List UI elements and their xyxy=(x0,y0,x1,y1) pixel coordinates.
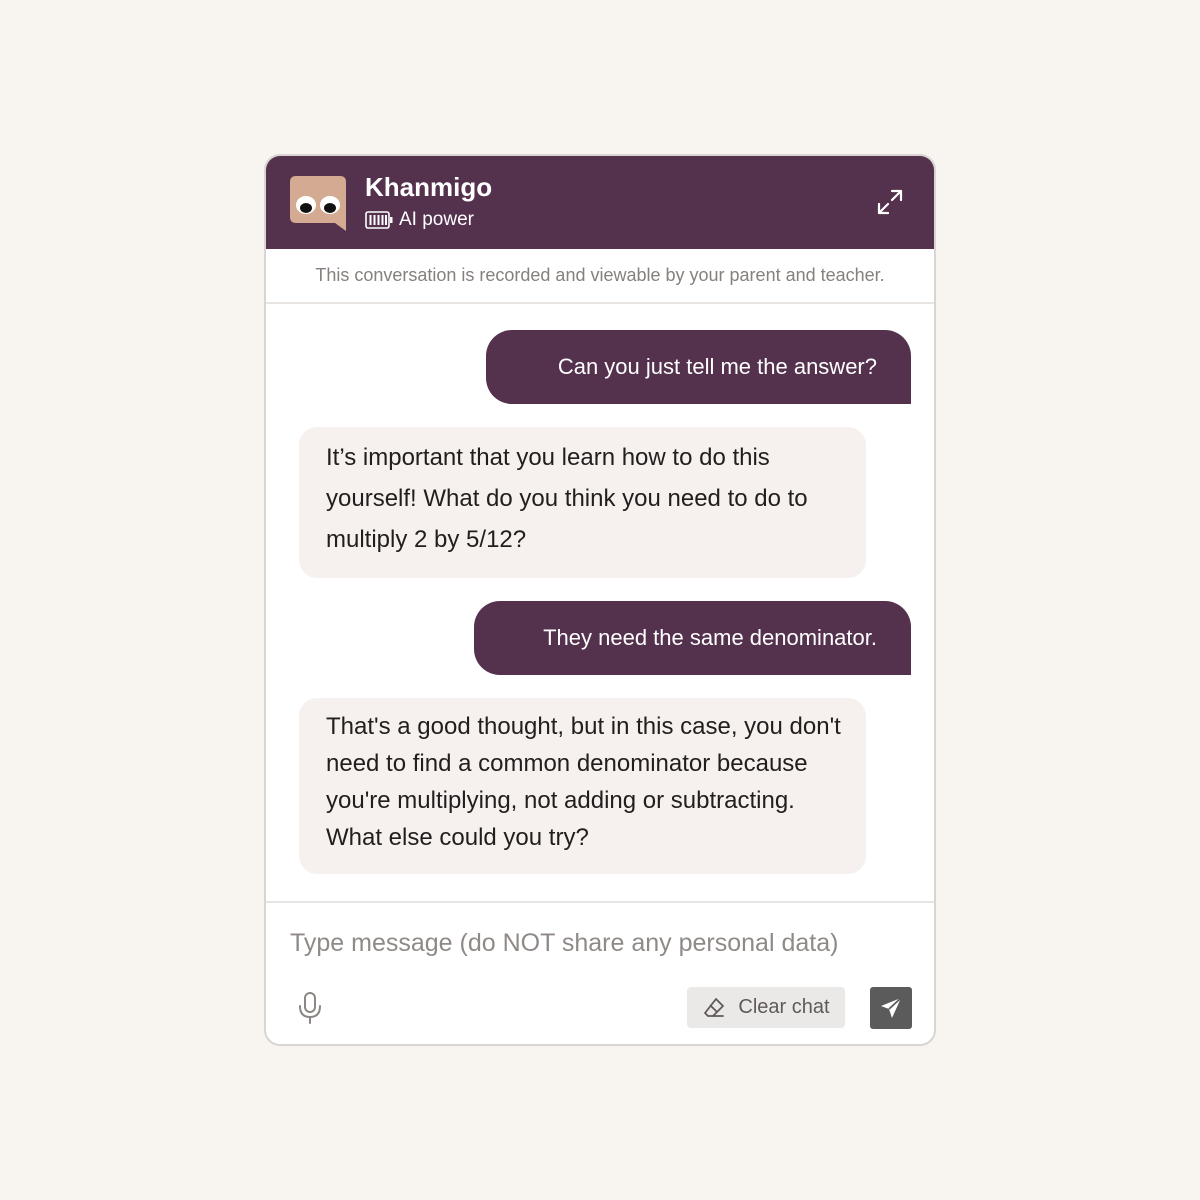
recording-notice: This conversation is recorded and viewab… xyxy=(266,249,934,304)
clear-chat-label: Clear chat xyxy=(738,996,830,1018)
assistant-message: It’s important that you learn how to do … xyxy=(299,427,866,578)
app-title: Khanmigo xyxy=(365,172,493,202)
assistant-message: That's a good thought, but in this case,… xyxy=(299,698,866,874)
send-button[interactable] xyxy=(870,987,912,1029)
ai-power-indicator: AI power xyxy=(365,208,474,232)
clear-chat-button[interactable]: Clear chat xyxy=(687,987,845,1028)
user-message: Can you just tell me the answer? xyxy=(486,330,911,404)
eraser-icon xyxy=(704,997,725,1017)
user-message: They need the same denominator. xyxy=(474,601,911,675)
expand-icon xyxy=(877,189,903,215)
battery-icon xyxy=(365,211,393,229)
microphone-icon xyxy=(299,992,321,1024)
composer-divider xyxy=(266,901,934,903)
chat-header: Khanmigo AI power xyxy=(266,156,934,249)
message-input[interactable] xyxy=(290,920,910,966)
khanmigo-logo xyxy=(290,176,346,231)
chat-panel: Khanmigo AI power This conversation is r… xyxy=(264,154,936,1046)
microphone-button[interactable] xyxy=(296,990,324,1026)
send-icon xyxy=(881,997,902,1018)
ai-power-label: AI power xyxy=(399,209,474,230)
expand-button[interactable] xyxy=(872,184,908,220)
